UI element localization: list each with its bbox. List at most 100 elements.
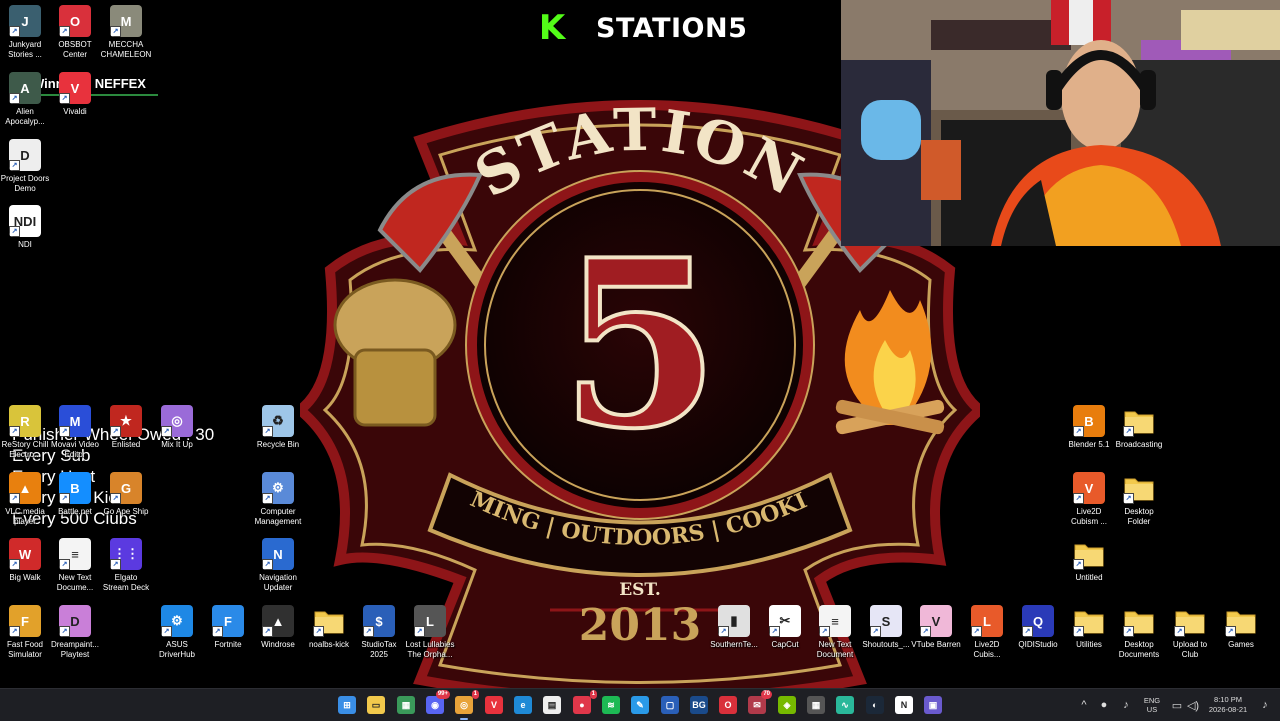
text-document-icon: ≡ ↗ bbox=[819, 605, 851, 637]
desktop-icon[interactable]: ▲ ↗ Windrose bbox=[253, 605, 303, 650]
alien-icon: A ↗ bbox=[9, 72, 41, 104]
desktop-icon[interactable]: ↗ Upload to Club bbox=[1165, 605, 1215, 660]
recycle-bin-icon: ♻ ↗ bbox=[262, 405, 294, 437]
desktop-icon-label: Broadcasting bbox=[1115, 440, 1163, 449]
desktop-icon[interactable]: B ↗ Battle.net bbox=[50, 472, 100, 517]
desktop-icon[interactable]: ↗ noalbs-kick bbox=[304, 605, 354, 650]
desktop-icon[interactable]: G ↗ Go Ape Ship bbox=[101, 472, 151, 517]
desktop-icon[interactable]: D ↗ Dreampaint... Playtest bbox=[50, 605, 100, 660]
desktop-icon[interactable]: Q ↗ QIDIStudio bbox=[1013, 605, 1063, 650]
taskbar: ⊞ ▭ ▦ ◉ 99+ ◎ 1 Ve ▤ ● 1 ≋ ✎ ▢ BG O ✉ 70 ◈ ▦ ∿ ◐ N ▣ ^ ● ♪ ENG … bbox=[0, 688, 1280, 721]
desktop-icon[interactable]: R ↗ ReStory Chill Electro... bbox=[0, 405, 50, 460]
taskbar-start-button[interactable]: ⊞ bbox=[338, 696, 356, 714]
shortcut-arrow-icon: ↗ bbox=[9, 426, 20, 437]
desktop-icon[interactable]: J ↗ Junkyard Stories ... bbox=[0, 5, 50, 60]
taskbar-bg-app[interactable]: BG bbox=[690, 696, 708, 714]
shortcut-arrow-icon: ↗ bbox=[363, 626, 374, 637]
desktop-icon[interactable]: ✂ ↗ CapCut bbox=[760, 605, 810, 650]
desktop-icon-label: Vivaldi bbox=[63, 107, 87, 116]
desktop-icon[interactable]: ↗ Games bbox=[1216, 605, 1266, 650]
notifications-icon[interactable]: ♪ bbox=[1258, 689, 1272, 721]
desktop-icon[interactable]: F ↗ Fortnite bbox=[203, 605, 253, 650]
desktop-icon[interactable]: ≡ ↗ New Text Document bbox=[810, 605, 860, 660]
desktop-icon[interactable]: L ↗ Live2D Cubis... bbox=[962, 605, 1012, 660]
taskbar-audio-app[interactable]: ∿ bbox=[836, 696, 854, 714]
desktop-icon[interactable]: ↗ Untitled bbox=[1064, 538, 1114, 583]
volume-icon[interactable]: ◁) bbox=[1186, 689, 1200, 721]
desktop-icon[interactable]: ↗ Broadcasting bbox=[1114, 405, 1164, 450]
desktop-icon[interactable]: V ↗ VTube Barren bbox=[911, 605, 961, 650]
taskbar-spotify[interactable]: ≋ bbox=[602, 696, 620, 714]
taskbar-file-explorer[interactable]: ▭ bbox=[367, 696, 385, 714]
desktop-icon[interactable]: ⚙ ↗ ASUS DriverHub bbox=[152, 605, 202, 660]
taskbar-recorder[interactable]: ● 1 bbox=[573, 690, 597, 714]
desktop-icon[interactable]: ⚙ ↗ Computer Management bbox=[253, 472, 303, 527]
desktop-icon[interactable]: F ↗ Fast Food Simulator bbox=[0, 605, 50, 660]
steam-icon: ◐ bbox=[872, 700, 878, 710]
taskbar-ndi[interactable]: N bbox=[895, 696, 913, 714]
taskbar-edge[interactable]: e bbox=[514, 696, 532, 714]
taskbar-calculator[interactable]: ▦ bbox=[807, 696, 825, 714]
shortcut-arrow-icon: ↗ bbox=[718, 626, 729, 637]
desktop-icon[interactable]: W ↗ Big Walk bbox=[0, 538, 50, 583]
desktop-icon[interactable]: S ↗ Shoutouts_... bbox=[861, 605, 911, 650]
shortcut-arrow-icon: ↗ bbox=[1123, 426, 1134, 437]
desktop-icon[interactable]: N ↗ Navigation Updater bbox=[253, 538, 303, 593]
microphone-icon[interactable]: ♪ bbox=[1118, 689, 1134, 721]
desktop-icon[interactable]: ★ ↗ Enlisted bbox=[101, 405, 151, 450]
restory-icon: R ↗ bbox=[9, 405, 41, 437]
desktop-icon[interactable]: ⋮⋮ ↗ Elgato Stream Deck bbox=[101, 538, 151, 593]
desktop-icon[interactable]: M ↗ MECCHA CHAMELEON bbox=[101, 5, 151, 60]
desktop-icon[interactable]: NDI ↗ NDI bbox=[0, 205, 50, 250]
language-indicator[interactable]: ENG US bbox=[1138, 689, 1166, 721]
taskbar-obs-window[interactable]: ▢ bbox=[661, 696, 679, 714]
edge-icon: e bbox=[520, 700, 526, 710]
taskbar-notepad[interactable]: ▤ bbox=[543, 696, 561, 714]
taskbar-terminal[interactable]: ▣ bbox=[924, 696, 942, 714]
chevron-up-icon[interactable]: ^ bbox=[1076, 689, 1092, 721]
taskbar-store[interactable]: ▦ bbox=[397, 696, 415, 714]
desktop-icon[interactable]: L ↗ Lost Lullabies The Orpha... bbox=[405, 605, 455, 660]
desktop-icon[interactable]: M ↗ Movavi Video Editor bbox=[50, 405, 100, 460]
desktop-icon[interactable]: ↗ Desktop Folder bbox=[1114, 472, 1164, 527]
desktop-icon-label: MECCHA CHAMELEON bbox=[100, 40, 152, 59]
desktop-icon[interactable]: A ↗ Alien Apocalyp... bbox=[0, 72, 50, 127]
network-icon[interactable]: ▭ bbox=[1170, 689, 1184, 721]
desktop-icon[interactable]: ↗ Desktop Documents bbox=[1114, 605, 1164, 660]
clock[interactable]: 8:10 PM 2026-08-21 bbox=[1200, 689, 1256, 721]
taskbar-obsbot[interactable]: O bbox=[719, 696, 737, 714]
taskbar-steam[interactable]: ◐ bbox=[866, 696, 884, 714]
shortcut-arrow-icon: ↗ bbox=[110, 559, 121, 570]
taskbar-discord[interactable]: ◉ 99+ bbox=[426, 690, 450, 714]
desktop-icon[interactable]: $ ↗ StudioTax 2025 bbox=[354, 605, 404, 660]
desktop-icon[interactable]: ♻ ↗ Recycle Bin bbox=[253, 405, 303, 450]
mixitup-icon: ◎ ↗ bbox=[161, 405, 193, 437]
shortcut-arrow-icon: ↗ bbox=[1174, 626, 1185, 637]
desktop-icon[interactable]: ↗ Utilities bbox=[1064, 605, 1114, 650]
shortcut-arrow-icon: ↗ bbox=[1123, 493, 1134, 504]
desktop-icon[interactable]: ▲ ↗ VLC media player bbox=[0, 472, 50, 527]
taskbar-vivaldi[interactable]: V bbox=[485, 696, 503, 714]
desktop-icon[interactable]: ◎ ↗ Mix It Up bbox=[152, 405, 202, 450]
desktop-icon-label: Dreampaint... Playtest bbox=[50, 640, 100, 659]
taskbar-mail[interactable]: ✉ 70 bbox=[748, 690, 772, 714]
desktop-icon[interactable]: ▮ ↗ SouthernTe... bbox=[709, 605, 759, 650]
gpu-icon: ◈ bbox=[783, 699, 791, 710]
tray-app-icon[interactable]: ● bbox=[1096, 689, 1112, 721]
taskbar-editor[interactable]: ✎ bbox=[631, 696, 649, 714]
desktop-icon-label: Computer Management bbox=[254, 507, 302, 526]
notification-badge: 1 bbox=[589, 690, 597, 699]
shortcut-arrow-icon: ↗ bbox=[9, 626, 20, 637]
desktop-icon[interactable]: V ↗ Vivaldi bbox=[50, 72, 100, 117]
recorder-icon: ● bbox=[579, 700, 585, 710]
desktop-icon[interactable]: D ↗ Project Doors Demo bbox=[0, 139, 50, 194]
shoutouts-icon: S ↗ bbox=[870, 605, 902, 637]
desktop-icon[interactable]: V ↗ Live2D Cubism ... bbox=[1064, 472, 1114, 527]
desktop-icon[interactable]: B ↗ Blender 5.1 bbox=[1064, 405, 1114, 450]
desktop-icon-label: Untitled bbox=[1075, 573, 1103, 582]
taskbar-app-gpu[interactable]: ◈ bbox=[778, 696, 796, 714]
taskbar-chrome[interactable]: ◎ 1 bbox=[455, 690, 479, 720]
ndi-icon: NDI ↗ bbox=[9, 205, 41, 237]
desktop-icon[interactable]: ≡ ↗ New Text Docume... bbox=[50, 538, 100, 593]
desktop-icon[interactable]: O ↗ OBSBOT Center bbox=[50, 5, 100, 60]
